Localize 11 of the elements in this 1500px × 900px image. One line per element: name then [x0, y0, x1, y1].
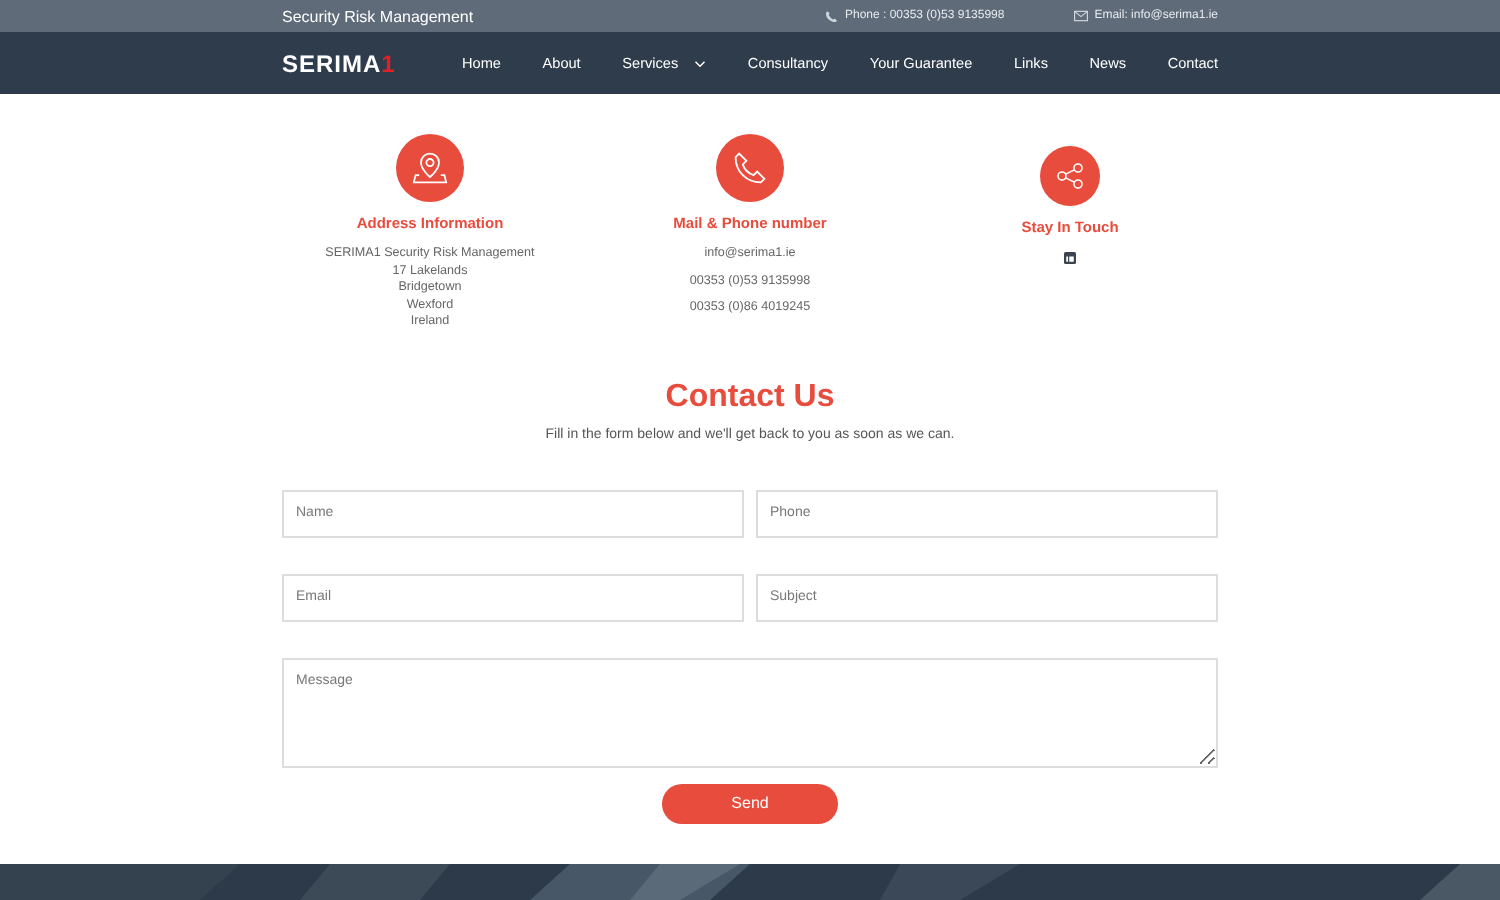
linkedin-icon[interactable] — [1064, 252, 1076, 264]
caret-icon — [694, 59, 707, 67]
phone-icon — [824, 10, 839, 22]
phone-icon — [716, 134, 784, 202]
logo[interactable]: SERIMA1 — [282, 49, 462, 77]
section-title: Contact Us — [665, 379, 835, 416]
mail-icon — [1074, 10, 1089, 22]
send-button[interactable]: Send — [662, 783, 838, 824]
location-icon — [396, 134, 464, 202]
tagline: Security Risk Management — [282, 7, 474, 25]
share-icon — [1040, 146, 1100, 206]
